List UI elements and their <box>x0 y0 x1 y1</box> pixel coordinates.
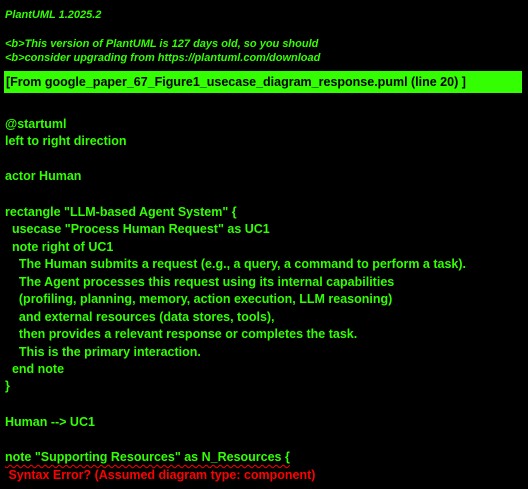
source-file-banner: [From google_paper_67_Figure1_usecase_di… <box>4 71 522 93</box>
code-line: usecase "Process Human Request" as UC1 <box>5 222 270 236</box>
code-line: end note <box>5 362 65 376</box>
code-line: } <box>5 379 10 393</box>
code-line: This is the primary interaction. <box>5 345 201 359</box>
code-line: (profiling, planning, memory, action exe… <box>5 292 393 306</box>
syntax-error-message: Syntax Error? (Assumed diagram type: com… <box>5 468 316 482</box>
version-title: PlantUML 1.2025.2 <box>5 9 102 21</box>
code-line: @startuml <box>5 117 67 131</box>
code-line: note right of UC1 <box>5 240 114 254</box>
code-line: and external resources (data stores, too… <box>5 310 275 324</box>
plantuml-error-view: { "header": { "version": "PlantUML 1.202… <box>0 0 528 489</box>
code-line: The Human submits a request (e.g., a que… <box>5 257 466 271</box>
code-line: actor Human <box>5 169 82 183</box>
code-line: left to right direction <box>5 134 127 148</box>
error-code-line: note "Supporting Resources" as N_Resourc… <box>5 450 290 464</box>
code-line: rectangle "LLM-based Agent System" { <box>5 205 237 219</box>
code-line: Human --> UC1 <box>5 415 95 429</box>
upgrade-notice-line-2: <b>consider upgrading from https://plant… <box>5 52 321 64</box>
code-line: then provides a relevant response or com… <box>5 327 358 341</box>
code-line: The Agent processes this request using i… <box>5 275 395 289</box>
